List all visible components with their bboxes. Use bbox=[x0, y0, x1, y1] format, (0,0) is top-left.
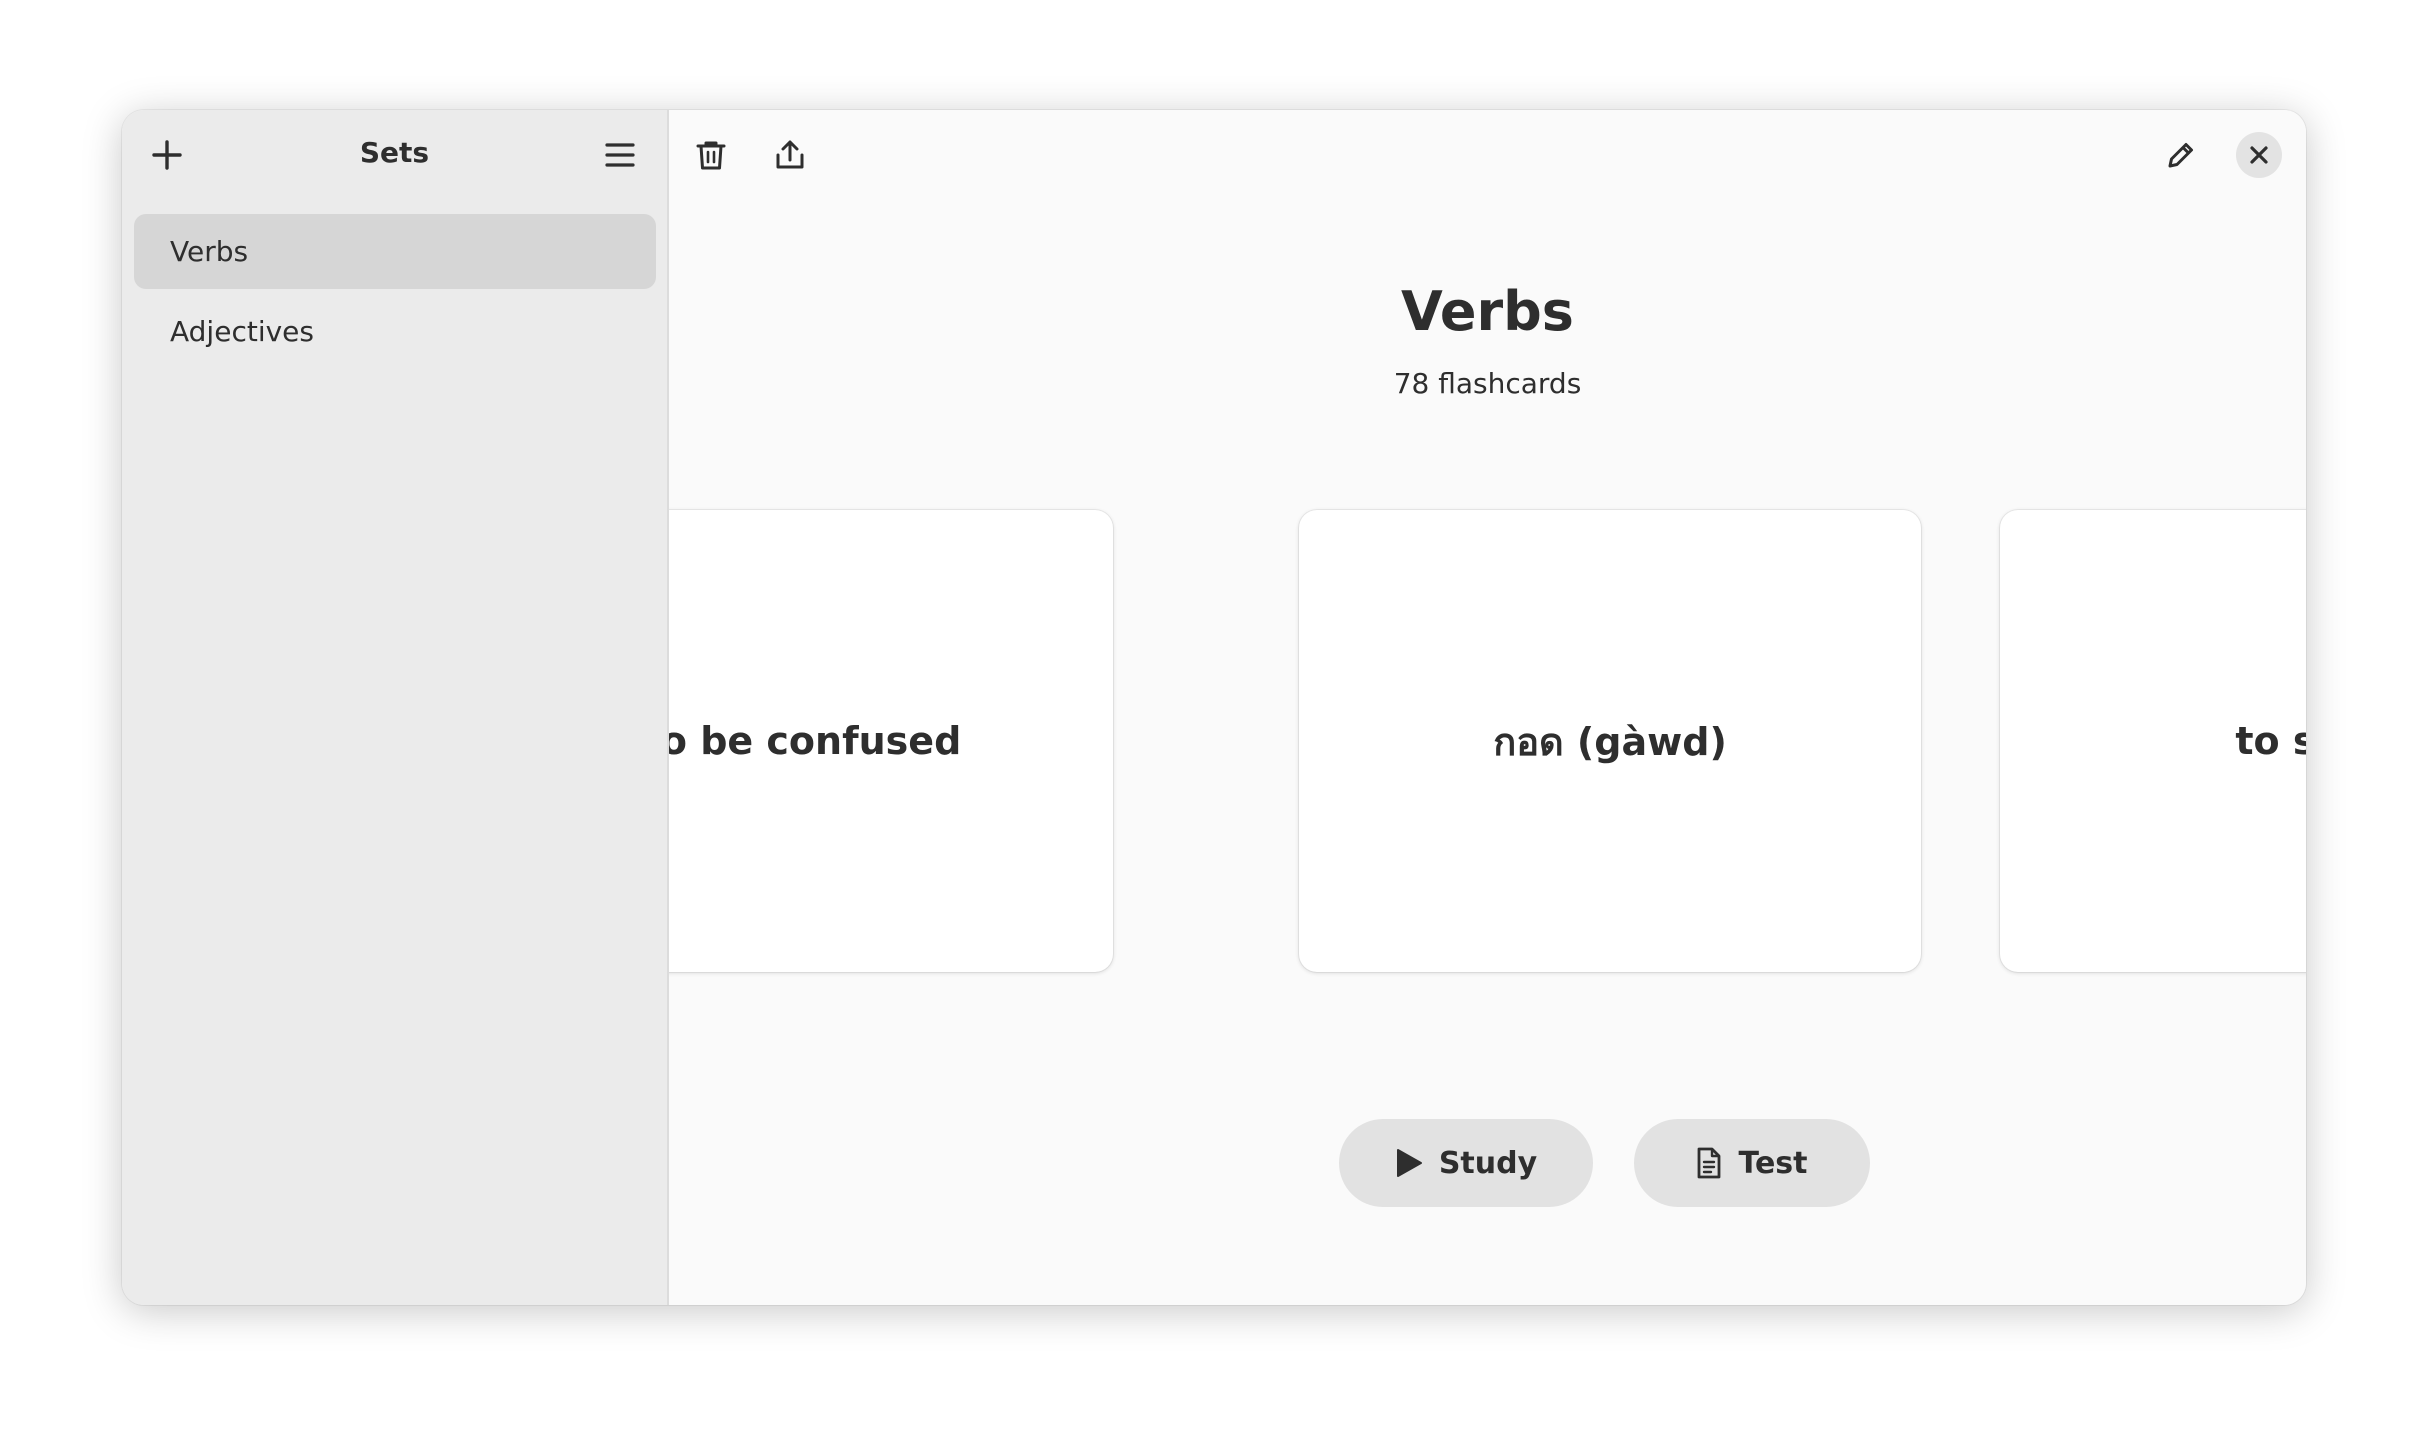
flashcard-count: 78 flashcards bbox=[1393, 367, 1582, 400]
close-window-button[interactable] bbox=[2236, 132, 2282, 178]
flashcard-text: to step bbox=[2235, 719, 2306, 763]
export-set-button[interactable] bbox=[762, 127, 818, 183]
study-button-label: Study bbox=[1438, 1145, 1538, 1181]
page-title: Verbs bbox=[1401, 280, 1574, 343]
sidebar: Sets Verbs Adjectives bbox=[122, 110, 669, 1305]
trash-icon bbox=[694, 138, 728, 172]
hamburger-menu-icon bbox=[604, 139, 636, 171]
play-icon bbox=[1395, 1148, 1423, 1178]
share-upload-icon bbox=[773, 138, 807, 172]
document-icon bbox=[1696, 1147, 1722, 1179]
flashcard-text: to be confused bbox=[669, 719, 962, 763]
sidebar-header: Sets bbox=[122, 110, 667, 202]
flashcard-text: กอด (gàwd) bbox=[1493, 719, 1727, 764]
sidebar-item-verbs[interactable]: Verbs bbox=[134, 214, 656, 289]
main-menu-button[interactable] bbox=[592, 127, 648, 183]
main-content: Verbs 78 flashcards to be confused กอด (… bbox=[669, 110, 2306, 1305]
flashcard-previous[interactable]: to be confused bbox=[669, 510, 1113, 972]
main-header bbox=[669, 110, 2306, 202]
flashcard-current[interactable]: กอด (gàwd) bbox=[1299, 510, 1921, 972]
flashcard-next[interactable]: to step bbox=[2000, 510, 2306, 972]
app-window: Sets Verbs Adjectives Verbs 78 flashcard… bbox=[122, 110, 2306, 1305]
pencil-icon bbox=[2165, 139, 2197, 171]
sidebar-item-adjectives[interactable]: Adjectives bbox=[134, 294, 656, 369]
sidebar-title: Sets bbox=[359, 136, 430, 169]
test-button-label: Test bbox=[1738, 1145, 1808, 1181]
close-icon bbox=[2249, 145, 2269, 165]
set-list: Verbs Adjectives bbox=[134, 214, 656, 374]
sidebar-item-label: Verbs bbox=[170, 235, 249, 268]
delete-set-button[interactable] bbox=[683, 127, 739, 183]
sidebar-item-label: Adjectives bbox=[170, 315, 314, 348]
study-button[interactable]: Study bbox=[1339, 1119, 1593, 1207]
edit-set-button[interactable] bbox=[2153, 127, 2209, 183]
test-button[interactable]: Test bbox=[1634, 1119, 1870, 1207]
